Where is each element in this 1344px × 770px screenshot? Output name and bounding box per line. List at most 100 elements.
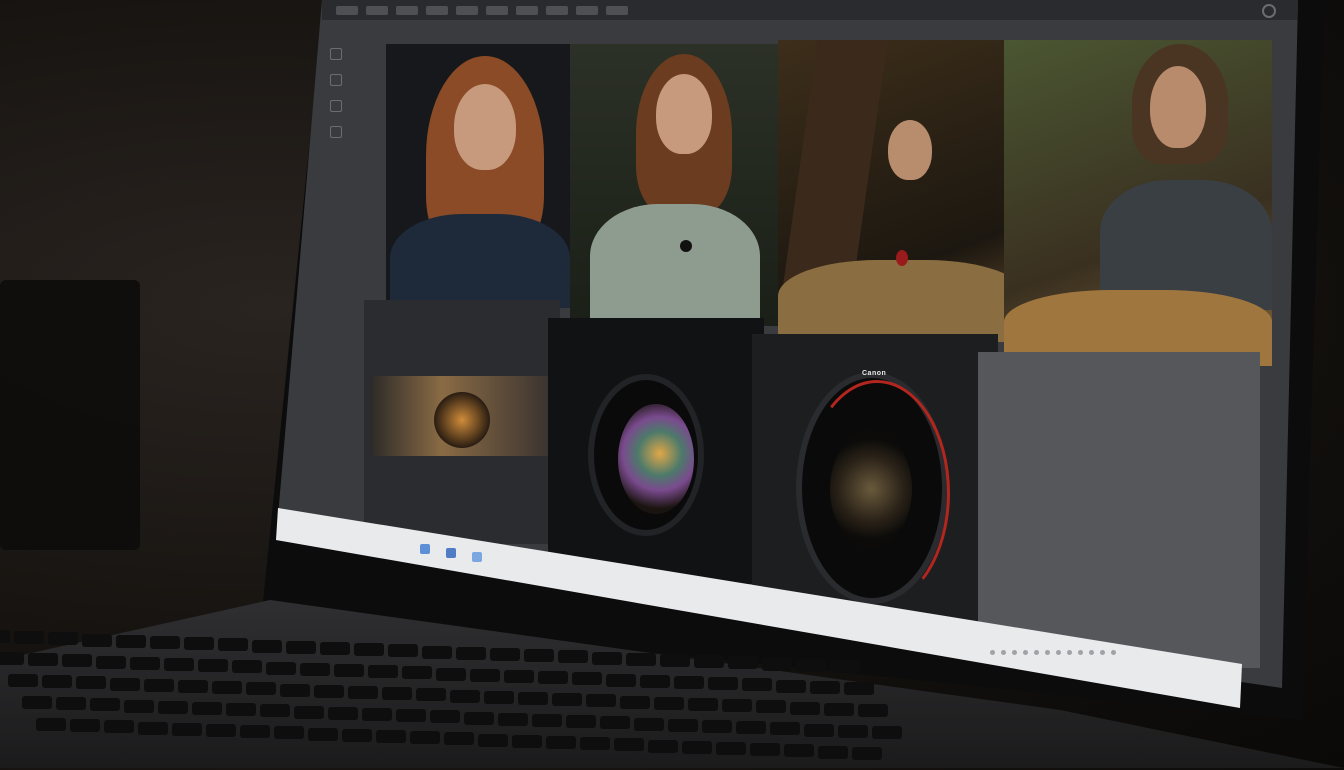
keyboard-key[interactable] <box>138 721 168 735</box>
keyboard-key[interactable] <box>736 721 766 735</box>
keyboard-key[interactable] <box>206 724 236 737</box>
keyboard-key[interactable] <box>76 676 106 690</box>
keyboard-key[interactable] <box>668 718 698 732</box>
keyboard-key[interactable] <box>614 738 644 752</box>
tray-icon[interactable] <box>1045 650 1050 655</box>
keyboard-key[interactable] <box>410 731 440 745</box>
keyboard-key[interactable] <box>620 695 650 709</box>
keyboard-key[interactable] <box>218 638 248 652</box>
toolbar-button[interactable] <box>546 5 568 15</box>
keyboard-key[interactable] <box>362 708 392 721</box>
keyboard-key[interactable] <box>532 714 562 727</box>
keyboard-key[interactable] <box>776 679 806 693</box>
toolbar-button[interactable] <box>366 5 388 15</box>
keyboard-key[interactable] <box>192 702 222 715</box>
keyboard-key[interactable] <box>830 660 860 673</box>
keyboard-key[interactable] <box>728 656 758 670</box>
keyboard-key[interactable] <box>708 677 738 691</box>
keyboard-key[interactable] <box>464 711 494 725</box>
keyboard-key[interactable] <box>368 665 398 679</box>
keyboard-key[interactable] <box>382 687 412 701</box>
dock-edit-icon[interactable] <box>472 552 482 562</box>
keyboard-key[interactable] <box>660 654 690 667</box>
keyboard-key[interactable] <box>858 704 888 717</box>
keyboard-key[interactable] <box>592 651 622 665</box>
keyboard-key[interactable] <box>252 639 282 653</box>
keyboard-key[interactable] <box>490 648 520 661</box>
keyboard-key[interactable] <box>648 739 678 753</box>
toolbar-button[interactable] <box>516 5 538 15</box>
keyboard-key[interactable] <box>402 666 432 680</box>
keyboard-key[interactable] <box>286 640 316 654</box>
thumbnail-portrait-2[interactable] <box>570 44 784 326</box>
tray-icon[interactable] <box>1023 650 1028 655</box>
tray-icon[interactable] <box>1067 650 1072 655</box>
tray-icon[interactable] <box>1056 650 1061 655</box>
keyboard-key[interactable] <box>456 646 486 660</box>
tray-icon[interactable] <box>1089 650 1094 655</box>
dock-file-icon[interactable] <box>420 544 430 554</box>
keyboard-key[interactable] <box>246 682 276 696</box>
keyboard-key[interactable] <box>566 715 596 729</box>
keyboard-key[interactable] <box>524 649 554 663</box>
keyboard-key[interactable] <box>260 704 290 718</box>
keyboard-key[interactable] <box>512 734 542 748</box>
keyboard-key[interactable] <box>266 661 296 675</box>
keyboard-key[interactable] <box>790 701 820 715</box>
keyboard-key[interactable] <box>558 650 588 664</box>
keyboard-key[interactable] <box>796 658 826 672</box>
keyboard-key[interactable] <box>240 725 270 739</box>
rail-folder-icon[interactable] <box>330 74 342 86</box>
thumbnail-lens-3[interactable]: Canon <box>752 334 998 624</box>
keyboard-key[interactable] <box>694 655 724 669</box>
keyboard-key[interactable] <box>158 700 188 714</box>
dock-folder-icon[interactable] <box>446 548 456 558</box>
keyboard-key[interactable] <box>716 742 746 755</box>
tray-icon[interactable] <box>1078 650 1083 655</box>
keyboard-key[interactable] <box>164 658 194 671</box>
keyboard-key[interactable] <box>70 719 100 733</box>
toolbar-button[interactable] <box>456 5 478 15</box>
keyboard-key[interactable] <box>552 693 582 707</box>
rail-tag-icon[interactable] <box>330 126 342 138</box>
toolbar-button[interactable] <box>336 5 358 15</box>
keyboard-key[interactable] <box>444 732 474 746</box>
keyboard-key[interactable] <box>804 723 834 737</box>
thumbnail-portrait-4[interactable] <box>1004 40 1272 366</box>
keyboard-key[interactable] <box>750 743 780 757</box>
keyboard-key[interactable] <box>274 726 304 740</box>
keyboard-key[interactable] <box>824 702 854 716</box>
keyboard-key[interactable] <box>586 694 616 708</box>
tray-icon[interactable] <box>1111 650 1116 655</box>
keyboard-key[interactable] <box>722 699 752 713</box>
keyboard-key[interactable] <box>342 728 372 742</box>
keyboard-key[interactable] <box>682 740 712 754</box>
keyboard-key[interactable] <box>8 674 38 687</box>
keyboard-key[interactable] <box>348 686 378 699</box>
keyboard-key[interactable] <box>518 692 548 705</box>
keyboard-key[interactable] <box>430 710 460 724</box>
thumbnail-portrait-3[interactable] <box>778 40 1026 342</box>
keyboard-key[interactable] <box>674 676 704 689</box>
keyboard-key[interactable] <box>320 642 350 655</box>
keyboard-key[interactable] <box>82 633 112 647</box>
keyboard-key[interactable] <box>654 696 684 710</box>
keyboard-key[interactable] <box>498 712 528 726</box>
menu-icon[interactable] <box>1262 4 1276 18</box>
keyboard-key[interactable] <box>232 660 262 674</box>
keyboard-key[interactable] <box>538 671 568 685</box>
keyboard-key[interactable] <box>294 705 324 719</box>
keyboard-key[interactable] <box>702 720 732 733</box>
keyboard-key[interactable] <box>422 645 452 659</box>
keyboard-key[interactable] <box>42 675 72 689</box>
keyboard-key[interactable] <box>198 659 228 673</box>
keyboard-key[interactable] <box>470 668 500 682</box>
keyboard-key[interactable] <box>110 677 140 691</box>
keyboard-key[interactable] <box>688 698 718 711</box>
keyboard-key[interactable] <box>572 672 602 686</box>
keyboard-key[interactable] <box>484 690 514 704</box>
toolbar-button[interactable] <box>486 5 508 15</box>
keyboard-key[interactable] <box>640 674 670 688</box>
keyboard-key[interactable] <box>546 736 576 749</box>
thumbnail-lens-1[interactable] <box>364 300 560 544</box>
